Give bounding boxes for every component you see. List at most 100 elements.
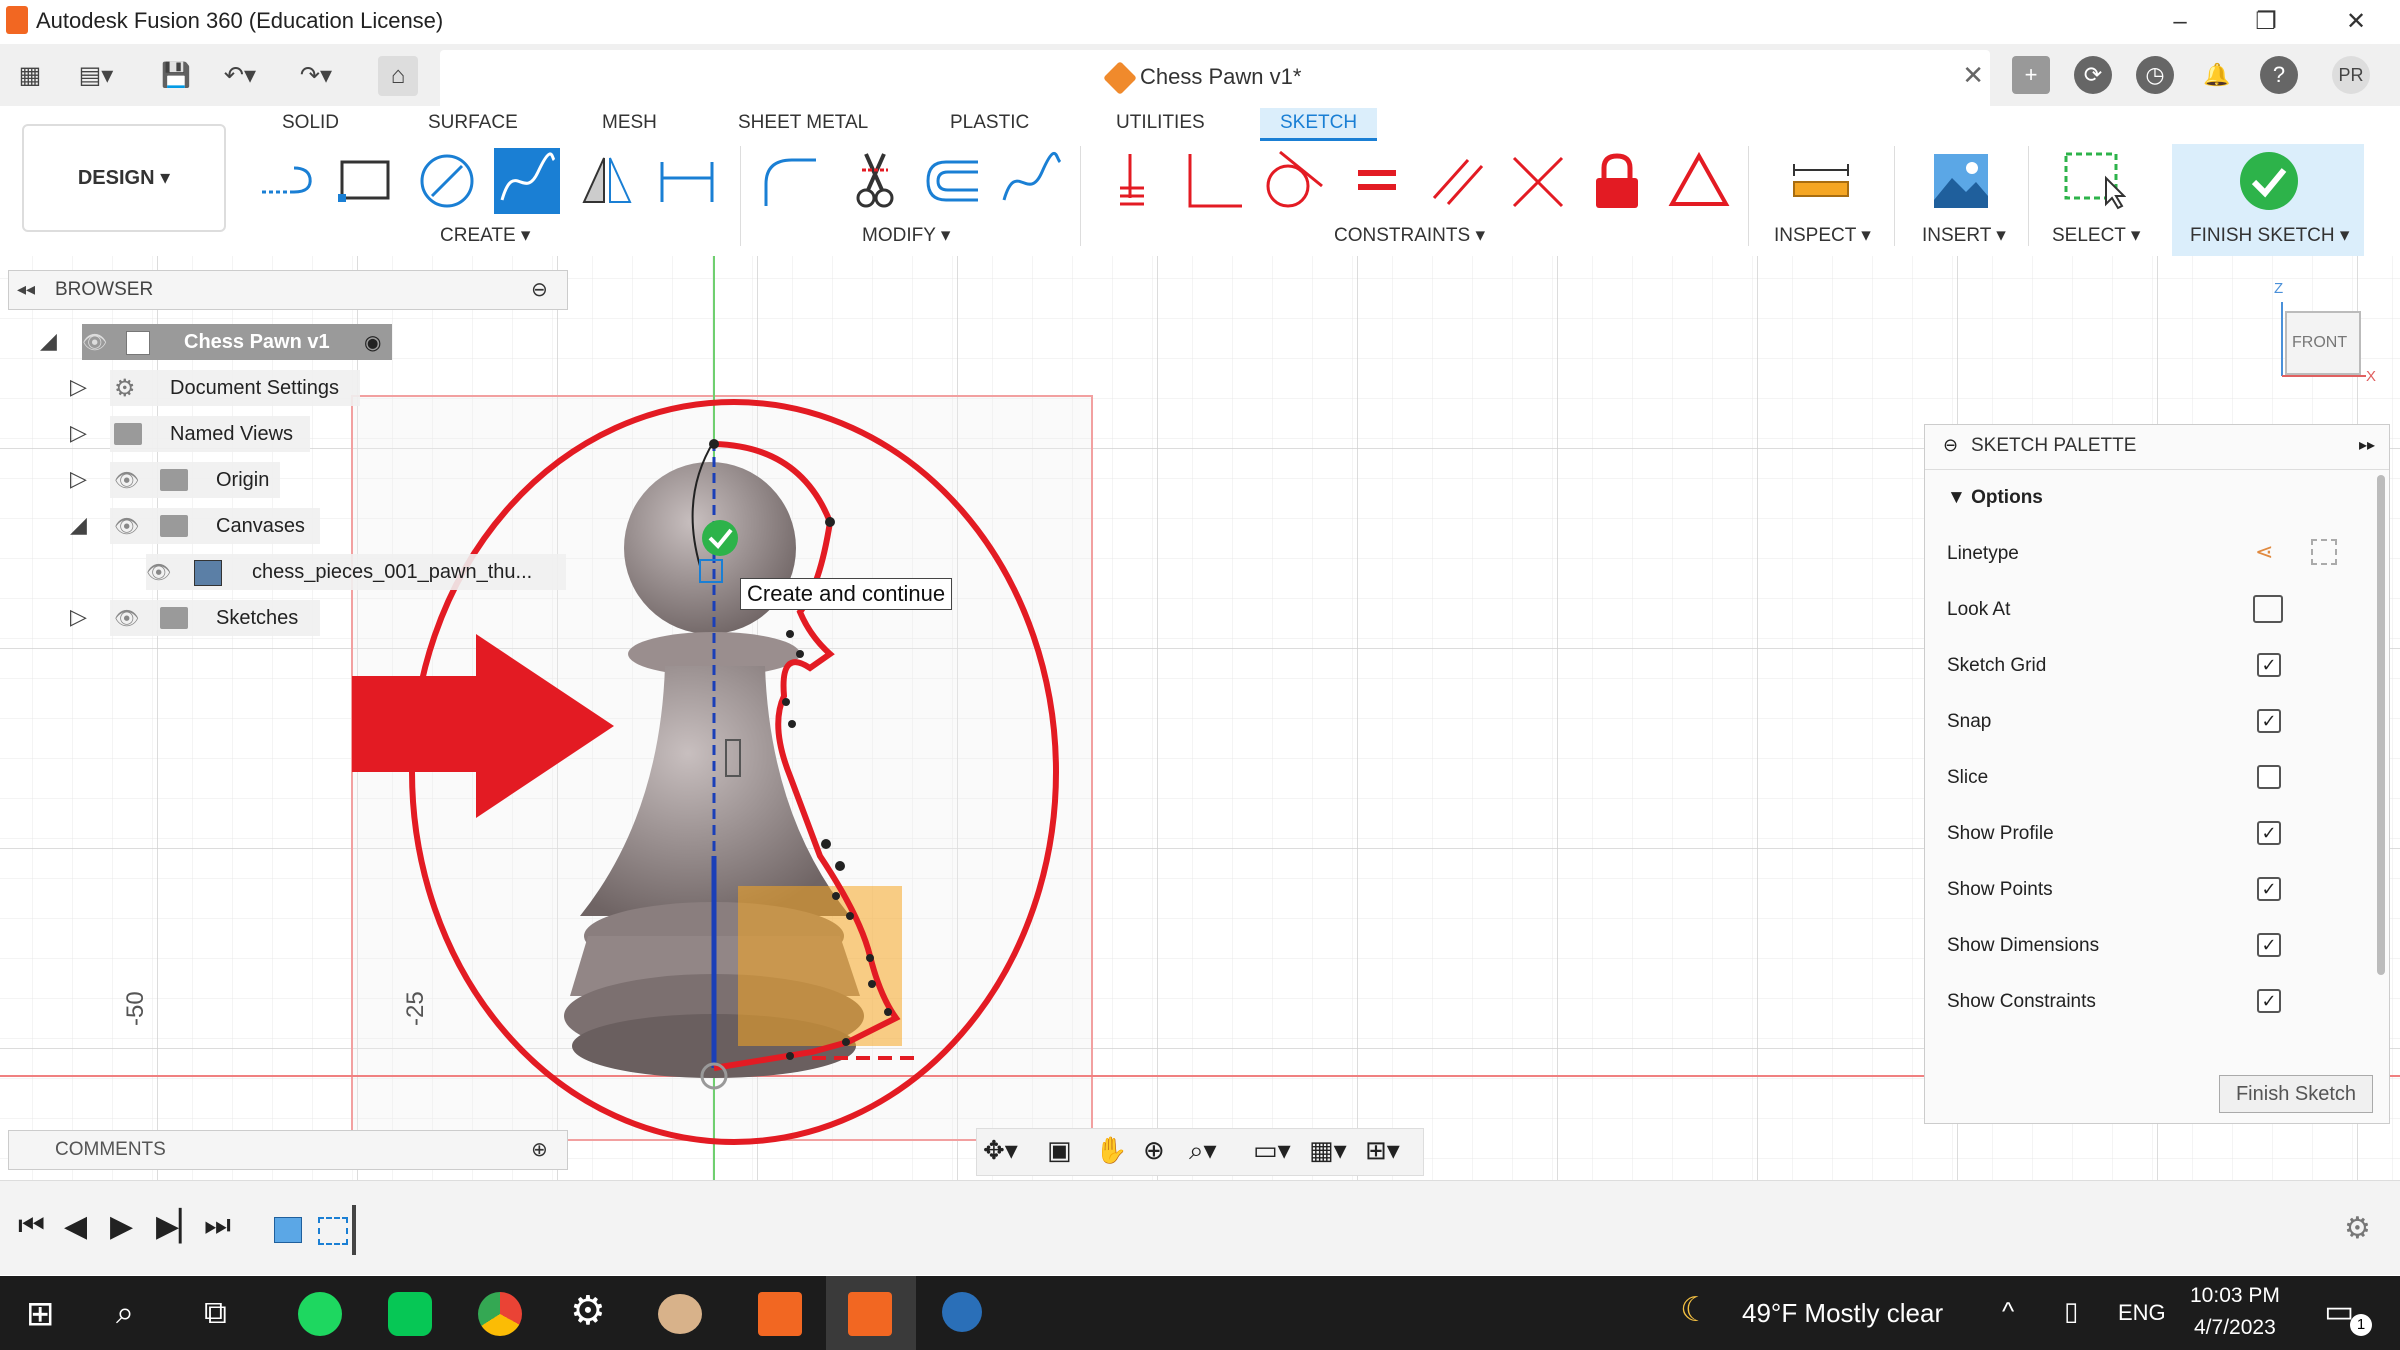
visibility-eye-icon[interactable]: 👁 [82, 330, 107, 355]
home-icon[interactable]: ⌂ [378, 56, 418, 96]
weather-text[interactable]: 49°F Mostly clear [1742, 1298, 1943, 1329]
mirror-tool-icon[interactable] [574, 148, 640, 214]
fillet-tool-icon[interactable] [756, 148, 822, 214]
new-tab-icon[interactable]: + [2012, 56, 2050, 94]
save-icon[interactable]: 💾 [156, 56, 196, 96]
undo-icon[interactable]: ↶▾ [220, 56, 260, 96]
inspect-menu[interactable]: INSPECT ▾ [1774, 224, 1871, 247]
close-tab-icon[interactable]: ✕ [1962, 60, 1984, 91]
redo-icon[interactable]: ↷▾ [296, 56, 336, 96]
modify-menu[interactable]: MODIFY ▾ [862, 224, 950, 247]
help-icon[interactable]: ? [2260, 56, 2298, 94]
design-workspace-button[interactable]: DESIGN ▾ [22, 124, 226, 232]
equal-constraint-icon[interactable] [1344, 148, 1410, 214]
expand-icon[interactable]: ▷ [70, 466, 87, 492]
insert-menu[interactable]: INSERT ▾ [1922, 224, 2006, 247]
minimize-button[interactable]: – [2150, 4, 2210, 40]
task-view-icon[interactable]: ⧉ [204, 1294, 227, 1332]
clock-date[interactable]: 4/7/2023 [2194, 1316, 2276, 1340]
show-hidden-icons-chevron-icon[interactable]: ^ [2002, 1296, 2014, 1327]
browser-item-origin[interactable]: ▷ 👁 Origin [70, 462, 360, 498]
document-tab[interactable]: Chess Pawn v1* ✕ [440, 50, 1990, 106]
expand-collapse-icon[interactable]: ◢ [40, 328, 57, 354]
browser-item-sketches[interactable]: ▷ 👁 Sketches [70, 600, 360, 636]
expand-icon[interactable]: ▷ [70, 420, 87, 446]
tab-plastic[interactable]: PLASTIC [950, 112, 1029, 134]
create-menu[interactable]: CREATE ▾ [440, 224, 530, 247]
job-status-icon[interactable]: ⟳ [2074, 56, 2112, 94]
trim-scissors-icon[interactable] [842, 148, 908, 214]
collapse-triangle-icon[interactable]: ▼ [1947, 487, 1971, 508]
options-section[interactable]: ▼ Options [1947, 487, 2043, 509]
symmetry-triangle-icon[interactable] [1666, 148, 1732, 214]
expand-icon[interactable]: ▷ [70, 374, 87, 400]
slice-checkbox[interactable] [2257, 765, 2281, 789]
spotify-app-icon[interactable] [276, 1276, 366, 1350]
browser-options-icon[interactable]: ⊖ [531, 277, 548, 302]
sketch-grid-checkbox[interactable]: ✓ [2257, 653, 2281, 677]
step-back-icon[interactable]: ◀ [64, 1209, 87, 1244]
weather-moon-icon[interactable]: ☾ [1680, 1290, 1710, 1330]
finish-sketch-menu[interactable]: FINISH SKETCH ▾ [2190, 224, 2349, 247]
browser-item-named-views[interactable]: ▷ Named Views [70, 416, 360, 452]
timeline-marker[interactable] [352, 1205, 356, 1255]
sketch-palette-header[interactable]: ⊖ SKETCH PALETTE ▸▸ [1925, 425, 2389, 470]
select-menu[interactable]: SELECT ▾ [2052, 224, 2140, 247]
circle-tool-icon[interactable] [414, 148, 480, 214]
timeline-sketch-feature-icon[interactable] [318, 1217, 348, 1245]
tangent-constraint-icon[interactable] [1260, 148, 1326, 214]
autodesk-app-icon[interactable] [918, 1276, 1008, 1350]
language-indicator[interactable]: ENG [2118, 1300, 2166, 1326]
palette-options-icon[interactable]: ⊖ [1943, 435, 1958, 456]
tab-sketch[interactable]: SKETCH [1260, 108, 1378, 141]
palette-scrollbar[interactable] [2377, 475, 2385, 975]
display-settings-icon[interactable]: ▭▾ [1253, 1135, 1291, 1166]
constraints-menu[interactable]: CONSTRAINTS ▾ [1334, 224, 1485, 247]
data-panel-grid-icon[interactable]: ▦ [10, 56, 50, 96]
user-avatar[interactable]: PR [2332, 56, 2370, 94]
tab-utilities[interactable]: UTILITIES [1116, 112, 1205, 134]
collapse-icon[interactable]: ◢ [70, 512, 87, 538]
selected-profile[interactable] [738, 886, 902, 1046]
browser-root-row[interactable]: ◢ 👁 Chess Pawn v1 ◉ [40, 324, 400, 360]
activate-radio-icon[interactable]: ◉ [364, 330, 381, 355]
centerline-linetype-icon[interactable] [2311, 539, 2337, 565]
clock-icon[interactable]: ◷ [2136, 56, 2174, 94]
fit-zoom-icon[interactable]: ⌕▾ [1189, 1135, 1217, 1167]
timeline-canvas-feature-icon[interactable] [274, 1217, 302, 1243]
file-menu-icon[interactable]: ▤▾ [76, 56, 116, 96]
expand-palette-icon[interactable]: ▸▸ [2359, 435, 2375, 455]
dimension-tool-icon[interactable] [654, 148, 720, 214]
close-button[interactable]: ✕ [2326, 4, 2386, 40]
search-icon[interactable]: ⌕ [116, 1294, 134, 1332]
construction-linetype-icon[interactable]: ⋖ [2255, 539, 2273, 565]
viewcube-front-label[interactable]: FRONT [2292, 334, 2347, 352]
restore-button[interactable]: ❐ [2236, 4, 2296, 40]
visibility-eye-icon[interactable]: 👁 [114, 606, 139, 631]
tab-mesh[interactable]: MESH [602, 112, 657, 134]
coincident-constraint-icon[interactable] [1100, 148, 1166, 214]
paint-app-icon[interactable] [636, 1276, 726, 1350]
look-at-icon[interactable] [2253, 595, 2283, 623]
tab-sheet-metal[interactable]: SHEET METAL [738, 112, 868, 134]
show-dimensions-checkbox[interactable]: ✓ [2257, 933, 2281, 957]
clock-time[interactable]: 10:03 PM [2190, 1284, 2280, 1308]
insert-image-icon[interactable] [1928, 148, 1994, 214]
parallel-constraint-icon[interactable] [1424, 148, 1490, 214]
browser-item-canvases[interactable]: ◢ 👁 Canvases [70, 508, 360, 544]
visibility-eye-icon[interactable]: 👁 [114, 514, 139, 539]
expand-icon[interactable]: ▷ [70, 604, 87, 630]
zoom-icon[interactable]: ⊕ [1143, 1135, 1165, 1166]
windows-start-icon[interactable]: ⊞ [26, 1294, 55, 1334]
go-to-start-icon[interactable]: ⏮ [18, 1209, 45, 1243]
notifications-bell-icon[interactable]: 🔔 [2198, 56, 2236, 94]
fix-lock-icon[interactable] [1584, 148, 1650, 214]
spline-fit-icon[interactable] [998, 148, 1064, 214]
go-to-end-icon[interactable]: ⏭ [204, 1209, 231, 1243]
line-tool-icon[interactable] [254, 148, 320, 214]
offset-tool-icon[interactable] [920, 148, 986, 214]
tab-surface[interactable]: SURFACE [428, 112, 518, 134]
settings-gear-app-icon[interactable]: ⚙ [546, 1276, 636, 1350]
timeline-settings-gear-icon[interactable]: ⚙ [2344, 1211, 2371, 1246]
window-select-icon[interactable] [2060, 148, 2127, 214]
